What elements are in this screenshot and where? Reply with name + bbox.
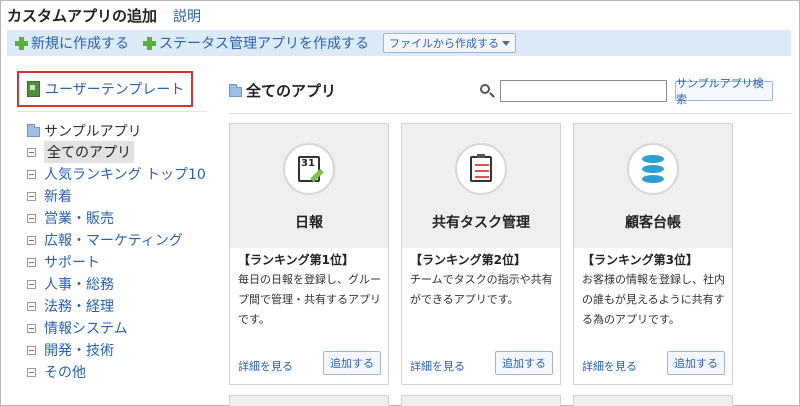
tree-item-all-apps[interactable]: 全てのアプリ (27, 141, 217, 163)
card-rank: 【ランキング第3位】 (582, 253, 698, 267)
tree-item-label: 法務・経理 (44, 299, 114, 315)
tree-item-ranking[interactable]: 人気ランキング トップ10 (27, 163, 217, 185)
template-icon (27, 81, 40, 97)
database-icon (627, 143, 679, 195)
main-title-label: 全てのアプリ (246, 82, 337, 100)
tree-node-icon (27, 191, 36, 201)
tree-node-icon (27, 213, 36, 223)
main-title: 全てのアプリ (229, 80, 336, 101)
card-add-button[interactable]: 追加する (323, 351, 381, 375)
create-from-file-dropdown[interactable]: ファイルから作成する (383, 33, 516, 53)
calendar-pencil-icon: 31 (283, 143, 335, 195)
main-panel: 全てのアプリ サンプルアプリ検索 31 日報 【ランキング第1位】 毎日の日報を… (229, 75, 791, 406)
tree-item-label: 新着 (44, 189, 72, 205)
tree-node-icon (27, 345, 36, 355)
app-card-partial (573, 395, 733, 406)
card-header: 共有タスク管理 (402, 124, 560, 248)
folder-icon (27, 124, 40, 137)
search-input[interactable] (500, 80, 667, 102)
tree-node-icon (27, 323, 36, 333)
tree-item-label: 全てのアプリ (44, 141, 134, 163)
card-title: 共有タスク管理 (432, 215, 530, 231)
card-rank: 【ランキング第2位】 (410, 253, 526, 267)
tree-item-label: 人気ランキング トップ10 (44, 167, 206, 183)
sidebar-divider (17, 111, 207, 112)
tree-item-label: 広報・マーケティング (44, 233, 183, 249)
tree-item-legal[interactable]: 法務・経理 (27, 295, 217, 317)
tree-item-label: 人事・総務 (44, 277, 114, 293)
title-row: カスタムアプリの追加 説明 (7, 5, 201, 26)
tree-item-other[interactable]: その他 (27, 361, 217, 383)
card-description: お客様の情報を登録し、社内の誰もが見えるように共有する為のアプリです。 (582, 273, 725, 326)
card-rank: 【ランキング第1位】 (238, 253, 354, 267)
tree-node-icon (27, 169, 36, 179)
tree-node-icon (27, 147, 36, 157)
card-detail-link[interactable]: 詳細を見る (410, 358, 465, 374)
plus-icon (15, 36, 28, 50)
new-app-label: 新規に作成する (31, 36, 129, 52)
tree-item-hr[interactable]: 人事・総務 (27, 273, 217, 295)
status-app-label: ステータス管理アプリを作成する (159, 36, 369, 52)
header-divider (229, 113, 791, 114)
card-header: 31 日報 (230, 124, 388, 248)
card-add-button[interactable]: 追加する (667, 351, 725, 375)
tree-root-label: サンプルアプリ (44, 124, 142, 140)
tree-item-label: その他 (44, 365, 86, 381)
create-from-file-label: ファイルから作成する (389, 37, 499, 50)
tree-item-label: 営業・販売 (44, 211, 114, 227)
category-tree: サンプルアプリ 全てのアプリ 人気ランキング トップ10 新着 営業・販売 広報… (27, 121, 217, 383)
search-icon (480, 84, 490, 94)
page-title: カスタムアプリの追加 (7, 7, 158, 25)
new-app-button[interactable]: 新規に作成する (15, 33, 129, 53)
tree-item-label: サポート (44, 255, 100, 271)
help-link[interactable]: 説明 (173, 6, 201, 26)
tree-node-icon (27, 235, 36, 245)
app-card-shared-task: 共有タスク管理 【ランキング第2位】 チームでタスクの指示や共有ができるアプリで… (401, 123, 561, 385)
tree-item-dev[interactable]: 開発・技術 (27, 339, 217, 361)
app-card-partial (229, 395, 389, 406)
tree-root[interactable]: サンプルアプリ (27, 121, 217, 141)
card-title: 顧客台帳 (625, 215, 681, 231)
toolbar: 新規に作成する ステータス管理アプリを作成する ファイルから作成する (7, 30, 791, 56)
sidebar: ユーザーテンプレート サンプルアプリ 全てのアプリ 人気ランキング トップ10 … (17, 71, 207, 381)
tree-item-sales[interactable]: 営業・販売 (27, 207, 217, 229)
card-header: 顧客台帳 (574, 124, 732, 248)
card-description: チームでタスクの指示や共有ができるアプリです。 (410, 273, 553, 306)
plus-icon (143, 36, 156, 50)
tree-node-icon (27, 301, 36, 311)
user-template-link[interactable]: ユーザーテンプレート (17, 71, 193, 107)
tree-node-icon (27, 257, 36, 267)
app-card-daily-report: 31 日報 【ランキング第1位】 毎日の日報を登録し、グループ間で管理・共有する… (229, 123, 389, 385)
clipboard-task-icon (455, 143, 507, 195)
app-card-customer-ledger: 顧客台帳 【ランキング第3位】 お客様の情報を登録し、社内の誰もが見えるように共… (573, 123, 733, 385)
sample-search-button[interactable]: サンプルアプリ検索 (675, 77, 773, 106)
tree-item-marketing[interactable]: 広報・マーケティング (27, 229, 217, 251)
card-detail-link[interactable]: 詳細を見る (582, 358, 637, 374)
tree-node-icon (27, 279, 36, 289)
tree-item-support[interactable]: サポート (27, 251, 217, 273)
tree-node-icon (27, 367, 36, 377)
card-detail-link[interactable]: 詳細を見る (238, 358, 293, 374)
chevron-down-icon (502, 40, 510, 46)
status-app-button[interactable]: ステータス管理アプリを作成する (143, 33, 369, 53)
card-description: 毎日の日報を登録し、グループ間で管理・共有するアプリです。 (238, 273, 381, 326)
app-card-partial (401, 395, 561, 406)
header: カスタムアプリの追加 説明 新規に作成する ステータス管理アプリを作成する ファ… (1, 1, 799, 59)
card-add-button[interactable]: 追加する (495, 351, 553, 375)
folder-icon (229, 83, 242, 97)
card-title: 日報 (295, 215, 323, 231)
tree-item-new[interactable]: 新着 (27, 185, 217, 207)
user-template-label: ユーザーテンプレート (45, 82, 185, 98)
tree-item-label: 開発・技術 (44, 343, 114, 359)
tree-item-label: 情報システム (44, 321, 128, 337)
main-header: 全てのアプリ サンプルアプリ検索 (229, 75, 791, 114)
tree-item-it[interactable]: 情報システム (27, 317, 217, 339)
